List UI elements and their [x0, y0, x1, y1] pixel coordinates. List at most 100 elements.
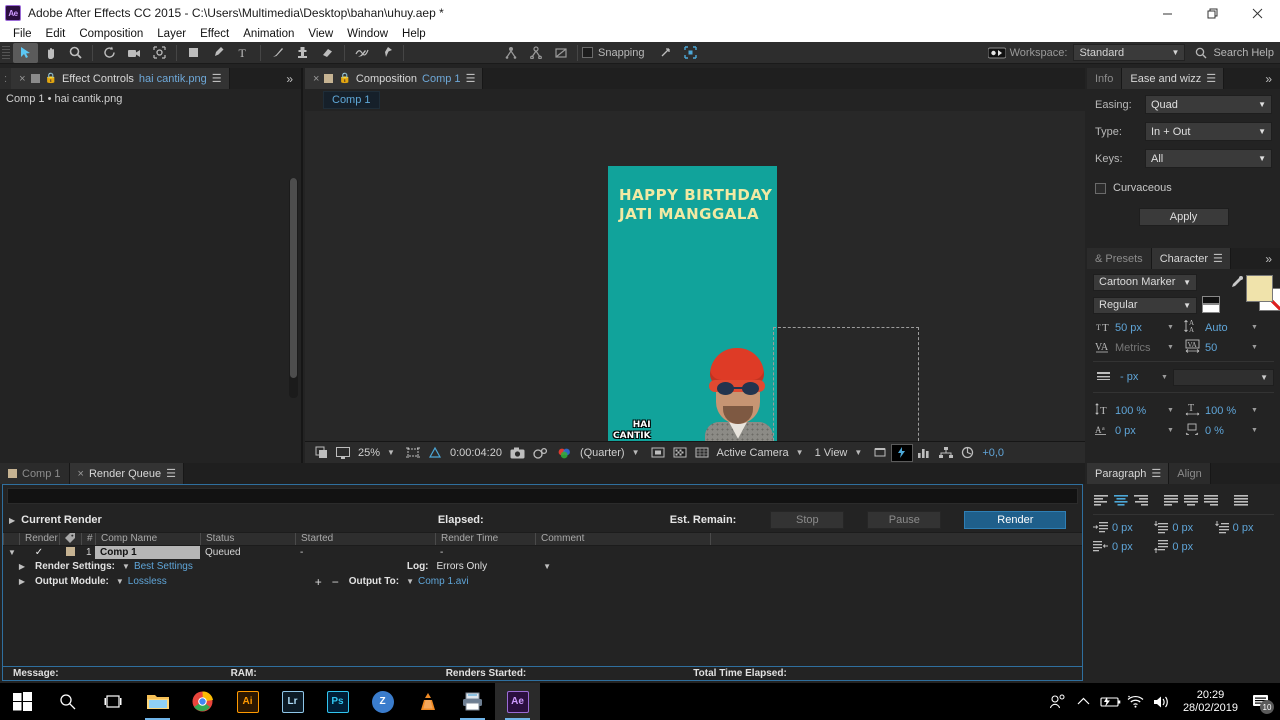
- baseline-shift-dropdown-icon[interactable]: ▼: [1167, 427, 1181, 434]
- row-label-swatch[interactable]: [59, 546, 81, 559]
- output-module-disclosure-icon[interactable]: ▶: [3, 577, 25, 586]
- align-right-icon[interactable]: [1133, 492, 1150, 507]
- menu-help[interactable]: Help: [395, 28, 433, 40]
- tab-effects-and-presets[interactable]: & Presets: [1087, 248, 1152, 269]
- align-left-icon[interactable]: [1093, 492, 1110, 507]
- col-comment[interactable]: Comment: [535, 533, 710, 545]
- remove-output-module-icon[interactable]: −: [332, 575, 339, 589]
- apply-button[interactable]: Apply: [1138, 208, 1229, 226]
- snapping-disabled-icon[interactable]: [548, 43, 573, 63]
- row-disclosure-icon[interactable]: ▼: [3, 546, 19, 559]
- battery-charging-icon[interactable]: [1097, 683, 1123, 720]
- vlc-media-player-icon[interactable]: [405, 683, 450, 720]
- search-icon[interactable]: [45, 683, 90, 720]
- panel-menu-icon[interactable]: ☰: [212, 72, 222, 85]
- type-select[interactable]: In + Out ▼: [1145, 122, 1272, 141]
- tab-info[interactable]: Info: [1087, 68, 1123, 89]
- menu-window[interactable]: Window: [340, 28, 395, 40]
- lock-icon[interactable]: 🔒: [338, 73, 350, 84]
- justify-last-center-icon[interactable]: [1183, 492, 1200, 507]
- render-queue-row[interactable]: ▼ ✓ 1 Comp 1 Queued - -: [3, 546, 1082, 559]
- render-button[interactable]: Render: [964, 511, 1067, 529]
- menu-view[interactable]: View: [301, 28, 340, 40]
- resolution-value[interactable]: (Quarter): [576, 447, 629, 459]
- transparency-grid-icon[interactable]: [424, 444, 446, 462]
- horizontal-scale-dropdown-icon[interactable]: ▼: [1251, 407, 1265, 414]
- person-photo-layer[interactable]: [697, 346, 777, 441]
- panel-menu-icon[interactable]: ☰: [166, 467, 176, 480]
- search-help-box[interactable]: Search Help: [1195, 47, 1274, 59]
- snapshot-camera-icon[interactable]: [506, 444, 529, 462]
- kerning-value[interactable]: Metrics: [1115, 342, 1167, 354]
- leading-dropdown-icon[interactable]: ▼: [1251, 324, 1265, 331]
- shape-tool-icon[interactable]: [181, 43, 206, 63]
- curvaceous-checkbox[interactable]: [1095, 182, 1106, 194]
- col-index[interactable]: #: [81, 533, 95, 545]
- indent-left-value[interactable]: 0 px: [1112, 522, 1133, 534]
- toggle-mask-paths-icon[interactable]: [669, 444, 691, 462]
- eraser-tool-icon[interactable]: [315, 43, 340, 63]
- col-comp-name[interactable]: Comp Name: [95, 533, 200, 545]
- view-count-value[interactable]: 1 View: [811, 447, 852, 459]
- workspace-toggle-icon[interactable]: [985, 43, 1010, 63]
- layer-selection-bounding-box[interactable]: [773, 327, 919, 441]
- main-viewer-icon[interactable]: [332, 444, 354, 462]
- space-before-value[interactable]: 0 px: [1112, 541, 1133, 553]
- output-to-value[interactable]: Comp 1.avi: [418, 576, 469, 587]
- pixel-aspect-correction-icon[interactable]: [869, 444, 891, 462]
- comp-breadcrumb-chip[interactable]: Comp 1: [323, 91, 380, 109]
- printer-icon[interactable]: [450, 683, 495, 720]
- render-settings-dropdown-icon[interactable]: ▼: [122, 562, 130, 571]
- anchor-point-alt-icon[interactable]: [523, 43, 548, 63]
- google-chrome-icon[interactable]: [180, 683, 225, 720]
- task-view-icon[interactable]: [90, 683, 135, 720]
- indent-first-value[interactable]: 0 px: [1233, 522, 1254, 534]
- show-snapshot-icon[interactable]: [529, 444, 553, 462]
- view-camera-value[interactable]: Active Camera: [713, 447, 793, 459]
- tab-ease-and-wizz[interactable]: Ease and wizz ☰: [1122, 68, 1225, 89]
- vertical-scale-value[interactable]: 100 %: [1115, 405, 1167, 417]
- adobe-lightroom-icon[interactable]: Lr: [270, 683, 315, 720]
- col-render[interactable]: Render: [19, 533, 59, 545]
- exposure-reset-icon[interactable]: [957, 444, 978, 462]
- output-module-dropdown-icon[interactable]: ▼: [116, 577, 124, 586]
- leading-value[interactable]: Auto: [1205, 322, 1251, 334]
- disclosure-triangle-icon[interactable]: ▶: [9, 516, 15, 525]
- row-comment[interactable]: [535, 546, 1082, 559]
- close-button[interactable]: [1235, 0, 1280, 26]
- fill-stroke-swatches[interactable]: ⇄: [1246, 275, 1280, 311]
- people-icon[interactable]: [1045, 683, 1071, 720]
- font-family-select[interactable]: Cartoon Marker ▼: [1093, 273, 1197, 291]
- composition-canvas[interactable]: HAPPY BIRTHDAY JATI MANGGALA HAI CANTIK: [608, 166, 777, 441]
- stroke-width-dropdown-icon[interactable]: ▼: [1161, 374, 1168, 381]
- stop-button[interactable]: Stop: [770, 511, 845, 529]
- justify-last-left-icon[interactable]: [1163, 492, 1180, 507]
- menu-effect[interactable]: Effect: [193, 28, 236, 40]
- camera-dropdown-icon[interactable]: ▼: [793, 448, 811, 457]
- vertical-scale-dropdown-icon[interactable]: ▼: [1167, 407, 1181, 414]
- baseline-shift-value[interactable]: 0 px: [1115, 425, 1167, 437]
- output-to-dropdown-icon[interactable]: ▼: [406, 577, 414, 586]
- align-center-icon[interactable]: [1113, 492, 1130, 507]
- tracking-dropdown-icon[interactable]: ▼: [1251, 344, 1265, 351]
- workspace-select[interactable]: Standard ▼: [1073, 44, 1186, 61]
- tab-comp-1[interactable]: Comp 1: [0, 463, 70, 484]
- menu-file[interactable]: File: [6, 28, 39, 40]
- menu-animation[interactable]: Animation: [236, 28, 301, 40]
- panel-menu-icon[interactable]: ☰: [1213, 252, 1223, 265]
- brush-tool-icon[interactable]: [265, 43, 290, 63]
- timeline-graph-icon[interactable]: [913, 444, 935, 462]
- pan-behind-tool-icon[interactable]: [147, 43, 172, 63]
- selection-tool-icon[interactable]: [13, 42, 38, 63]
- font-style-select[interactable]: Regular ▼: [1093, 296, 1197, 314]
- tab-paragraph[interactable]: Paragraph ☰: [1087, 463, 1170, 484]
- stroke-style-select[interactable]: ▼: [1172, 368, 1274, 386]
- col-render-time[interactable]: Render Time: [435, 533, 535, 545]
- col-status[interactable]: Status: [200, 533, 295, 545]
- tab-render-queue[interactable]: × Render Queue ☰: [69, 463, 185, 484]
- horizontal-scale-value[interactable]: 100 %: [1205, 405, 1251, 417]
- black-white-swatches[interactable]: [1202, 296, 1224, 314]
- close-icon[interactable]: ×: [78, 468, 84, 480]
- camera-tool-icon[interactable]: [122, 43, 147, 63]
- log-value[interactable]: Errors Only: [437, 561, 488, 572]
